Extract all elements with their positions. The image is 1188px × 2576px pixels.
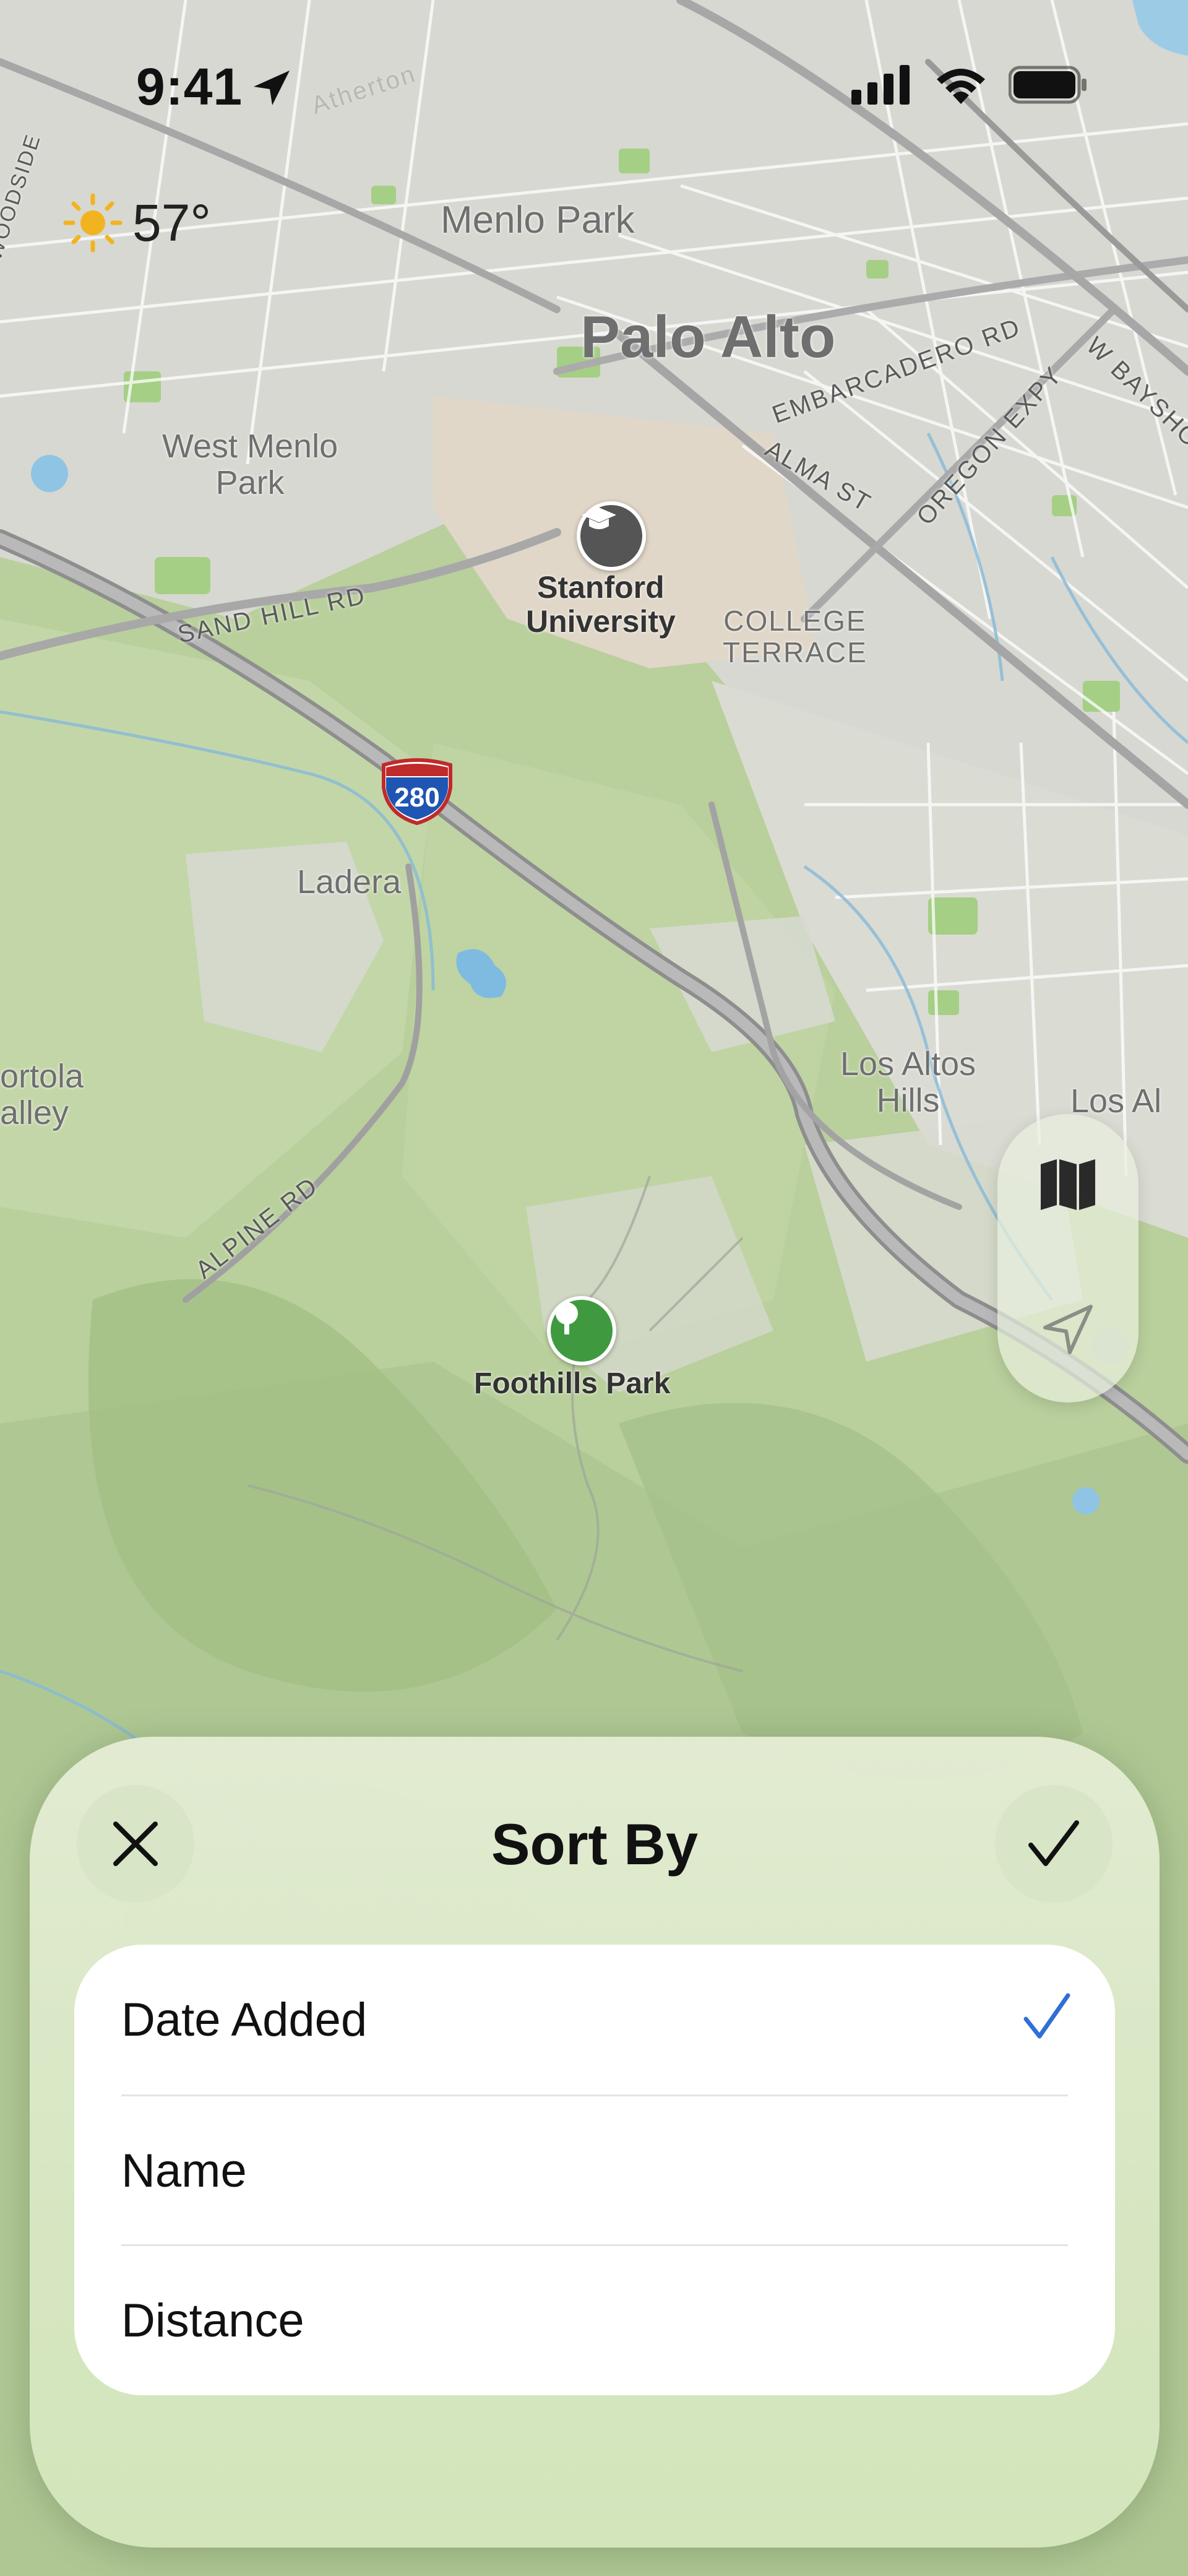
place-label-foothills-park[interactable]: Foothills Park xyxy=(474,1367,670,1401)
place-label-menlo-park[interactable]: Menlo Park xyxy=(441,199,635,241)
location-arrow-outline-icon xyxy=(1043,1305,1093,1354)
map-mode-button[interactable] xyxy=(997,1123,1138,1247)
place-label-stanford[interactable]: Stanford University xyxy=(526,571,676,639)
locate-me-button[interactable] xyxy=(997,1268,1138,1391)
place-label-portola-valley[interactable]: ortola alley xyxy=(0,1058,84,1132)
sort-by-sheet: Sort By Date Added Name Distance xyxy=(30,1737,1160,2548)
weather-widget[interactable]: 57° xyxy=(62,192,211,254)
selected-checkmark-icon xyxy=(1023,1993,1070,2039)
place-label-west-menlo-park[interactable]: West Menlo Park xyxy=(162,428,338,502)
place-label-ladera[interactable]: Ladera xyxy=(297,863,401,901)
foothills-park-poi-pin[interactable] xyxy=(547,1296,616,1365)
sheet-title: Sort By xyxy=(491,1812,699,1877)
place-label-los-altos-hills[interactable]: Los Altos Hills xyxy=(840,1045,976,1120)
battery-icon xyxy=(1009,66,1087,104)
option-label: Distance xyxy=(121,2294,304,2347)
place-label-los-altos[interactable]: Los Al xyxy=(1070,1083,1161,1120)
highway-number: 280 xyxy=(394,782,440,813)
option-label: Name xyxy=(121,2144,247,2197)
sort-option-name[interactable]: Name xyxy=(74,2096,1115,2245)
sort-option-date-added[interactable]: Date Added xyxy=(74,1945,1115,2094)
checkmark-icon xyxy=(1028,1820,1079,1866)
sort-option-distance[interactable]: Distance xyxy=(74,2245,1115,2395)
graduation-cap-icon xyxy=(582,508,616,529)
wifi-icon xyxy=(937,69,985,104)
sun-icon xyxy=(63,193,123,253)
sort-options-list: Date Added Name Distance xyxy=(74,1945,1115,2395)
interstate-shield-280: 280 xyxy=(379,756,455,826)
location-arrow-icon xyxy=(250,67,293,113)
stanford-poi-pin[interactable] xyxy=(577,501,646,571)
status-time: 9:41 xyxy=(136,58,243,116)
place-label-college-terrace[interactable]: COLLEGE TERRACE xyxy=(723,605,867,668)
map-icon xyxy=(1041,1159,1095,1210)
option-label: Date Added xyxy=(121,1993,368,2046)
status-icons xyxy=(851,64,1089,105)
place-label-palo-alto[interactable]: Palo Alto xyxy=(580,305,835,370)
done-button[interactable] xyxy=(995,1785,1113,1903)
map-controls xyxy=(997,1114,1138,1403)
weather-temperature: 57° xyxy=(132,193,212,252)
tree-icon xyxy=(556,1302,578,1334)
cellular-signal-icon xyxy=(851,65,910,105)
